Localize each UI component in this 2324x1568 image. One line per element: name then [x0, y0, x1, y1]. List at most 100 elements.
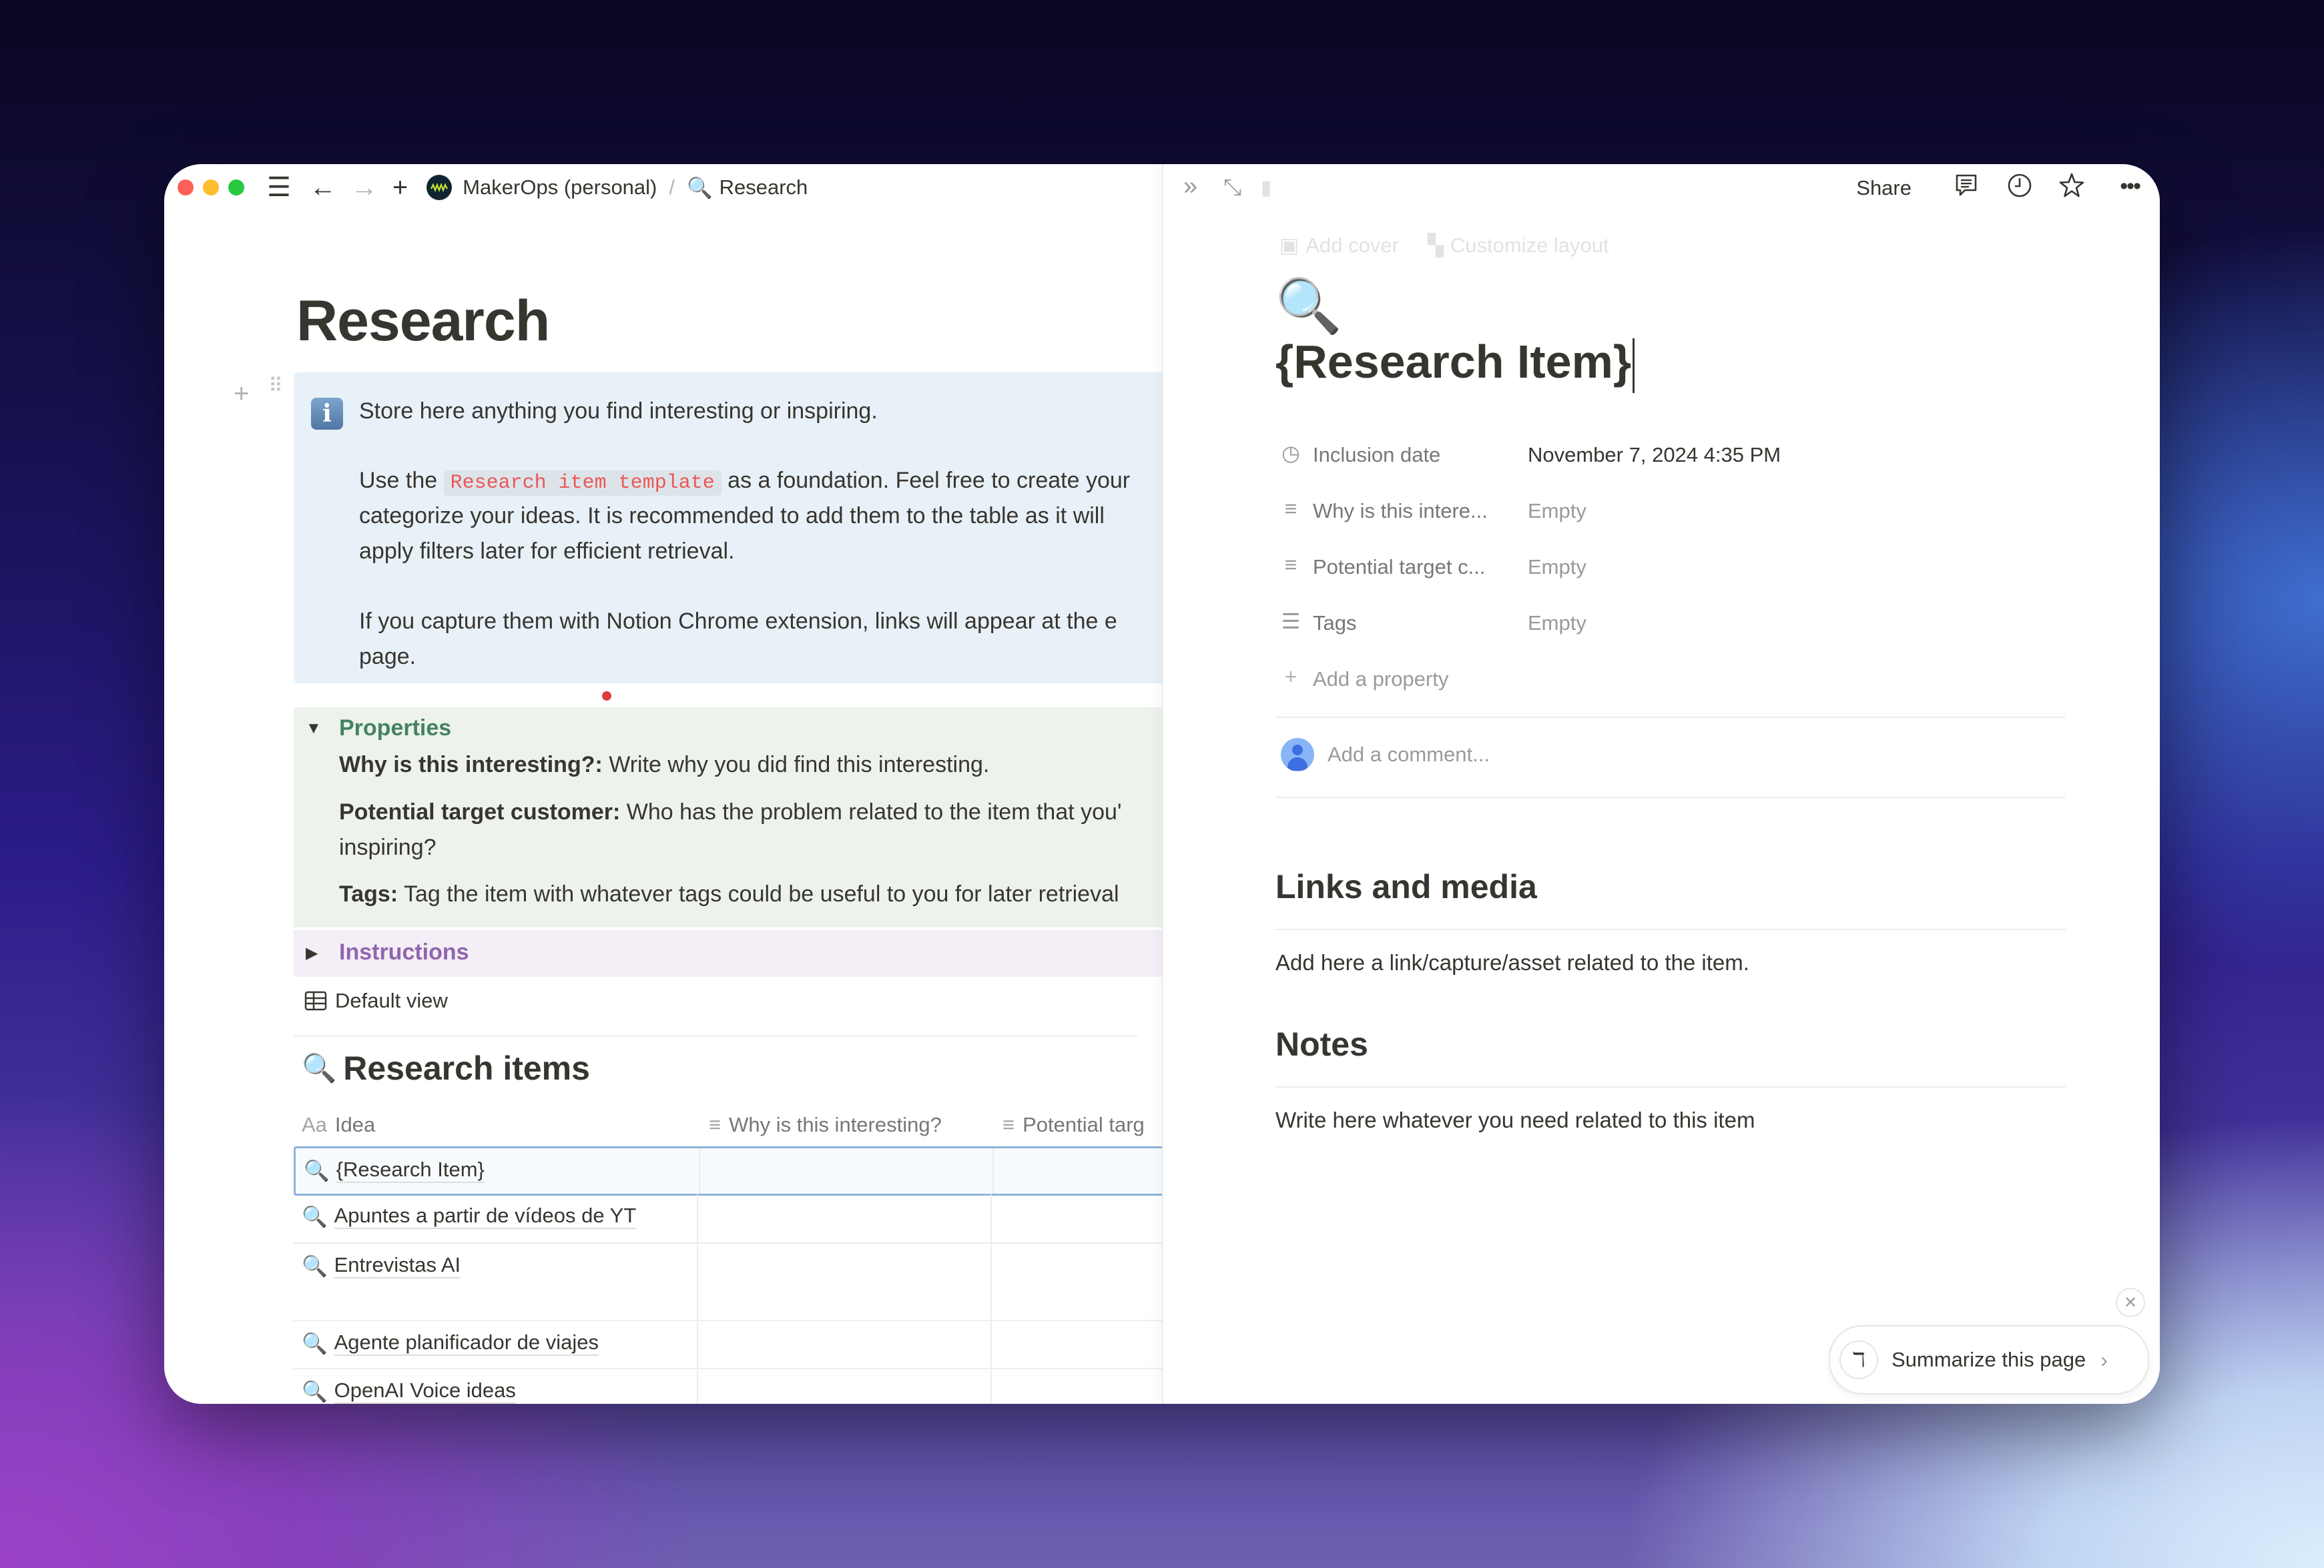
callout-line: Store here anything you find interesting…: [359, 398, 878, 424]
image-icon: ▣: [1279, 234, 1299, 257]
cell-divider: [992, 1148, 994, 1194]
top-bar: ☰ ← → + MakerOps (personal) / 🔍 Research: [164, 164, 808, 211]
property-row[interactable]: ≡ Why is this intere... Empty: [1279, 490, 1947, 530]
comments-icon[interactable]: [1953, 172, 1980, 206]
breadcrumb-page[interactable]: Research: [719, 175, 808, 200]
customize-layout-button[interactable]: ▚ Customize layout: [1428, 234, 1609, 258]
property-name[interactable]: Why is this intere...: [1313, 499, 1488, 523]
row-title[interactable]: 🔍 Entrevistas AI: [302, 1253, 461, 1278]
breadcrumb-workspace[interactable]: MakerOps (personal): [463, 175, 657, 200]
close-suggestion-icon[interactable]: ✕: [2116, 1288, 2145, 1317]
layout-icon: ▚: [1428, 234, 1444, 257]
row-title[interactable]: 🔍 Agente planificador de viajes: [302, 1330, 599, 1356]
row-title-text[interactable]: Agente planificador de viajes: [334, 1330, 599, 1356]
property-name[interactable]: Inclusion date: [1313, 443, 1440, 467]
back-arrow-icon[interactable]: ←: [310, 174, 336, 201]
cell-divider: [697, 1194, 698, 1242]
property-row[interactable]: ≡ Potential target c... Empty: [1279, 546, 1947, 586]
properties-toggle-title[interactable]: Properties: [339, 715, 451, 741]
table-row[interactable]: 🔍 Agente planificador de viajes: [294, 1321, 1162, 1369]
forward-arrow-icon[interactable]: →: [351, 174, 378, 201]
main-page-pane: ☰ ← → + MakerOps (personal) / 🔍 Research…: [164, 164, 1162, 1404]
favorite-star-icon[interactable]: [2058, 172, 2085, 206]
add-block-plus-icon[interactable]: +: [234, 379, 249, 409]
text-icon: ≡: [1002, 1113, 1015, 1136]
comment-placeholder[interactable]: Add a comment...: [1328, 743, 1490, 767]
close-peek-double-chevron-icon[interactable]: »: [1183, 172, 1197, 201]
table-row[interactable]: 🔍 OpenAI Voice ideas: [294, 1369, 1162, 1404]
page-title[interactable]: Research: [296, 288, 550, 354]
property-name[interactable]: Tags: [1313, 611, 1356, 635]
add-cover-button[interactable]: ▣ Add cover: [1279, 234, 1399, 258]
row-title[interactable]: 🔍 Apuntes a partir de vídeos de YT: [302, 1204, 637, 1229]
property-row[interactable]: ◷ Inclusion date November 7, 2024 4:35 P…: [1279, 434, 1947, 474]
comment-input[interactable]: Add a comment...: [1281, 738, 1490, 771]
expand-full-page-icon[interactable]: ⤡: [1223, 175, 1241, 201]
magnifier-icon: 🔍: [302, 1052, 337, 1084]
close-window-button[interactable]: [178, 179, 194, 195]
item-title-text[interactable]: {Research Item}: [1275, 336, 1631, 388]
page-icon[interactable]: 🔍: [1275, 275, 1342, 338]
property-row[interactable]: ☰ Tags Empty: [1279, 602, 1947, 642]
more-options-icon[interactable]: •••: [2120, 173, 2141, 200]
updates-clock-icon[interactable]: [2006, 172, 2033, 206]
column-header-target[interactable]: ≡ Potential targ: [1002, 1113, 1145, 1137]
properties-item-text: Write why you did find this interesting.: [602, 752, 990, 777]
column-header-why[interactable]: ≡ Why is this interesting?: [709, 1113, 942, 1137]
add-property-button[interactable]: + Add a property: [1279, 658, 1947, 698]
callout-line: apply filters later for efficient retrie…: [359, 538, 735, 564]
minimize-window-button[interactable]: [203, 179, 219, 195]
row-title[interactable]: 🔍 {Research Item}: [304, 1158, 485, 1183]
callout-text: as a foundation. Feel free to create you…: [728, 468, 1131, 493]
sidebar-menu-icon[interactable]: ☰: [267, 174, 291, 201]
property-value[interactable]: Empty: [1528, 555, 1586, 579]
row-title-text[interactable]: {Research Item}: [336, 1158, 485, 1183]
cursor-indicator-dot: [602, 691, 611, 701]
zoom-window-button[interactable]: [228, 179, 244, 195]
callout-text: Use the: [359, 468, 438, 493]
instructions-toggle[interactable]: ▶ Instructions: [294, 930, 1162, 977]
cell-divider: [697, 1244, 698, 1320]
database-title[interactable]: 🔍 Research items: [302, 1049, 590, 1088]
view-tab-default[interactable]: Default view: [304, 989, 448, 1013]
table-row[interactable]: 🔍 {Research Item}: [294, 1146, 1162, 1196]
row-title-text[interactable]: Apuntes a partir de vídeos de YT: [334, 1204, 637, 1229]
properties-item: Why is this interesting?: Write why you …: [339, 747, 989, 783]
property-name[interactable]: Potential target c...: [1313, 555, 1485, 579]
callout-line: If you capture them with Notion Chrome e…: [359, 609, 1117, 634]
toggle-open-arrow-icon[interactable]: ▼: [306, 719, 322, 738]
cell-divider: [990, 1369, 992, 1404]
section-body-links[interactable]: Add here a link/capture/asset related to…: [1275, 950, 1749, 975]
notion-ai-face-icon: ℸ: [1839, 1340, 1878, 1379]
workspace-logo-icon[interactable]: [426, 175, 453, 200]
drag-handle-icon[interactable]: ⠿: [268, 376, 283, 396]
section-heading-notes[interactable]: Notes: [1275, 1025, 1368, 1064]
section-body-notes[interactable]: Write here whatever you need related to …: [1275, 1108, 1755, 1133]
share-button[interactable]: Share: [1856, 176, 1912, 200]
row-title-text[interactable]: Entrevistas AI: [334, 1253, 461, 1278]
section-heading-links[interactable]: Links and media: [1275, 867, 1537, 906]
item-title[interactable]: {Research Item}: [1275, 335, 1635, 393]
summarize-page-button[interactable]: ℸ Summarize this page ›: [1829, 1325, 2149, 1395]
new-page-plus-icon[interactable]: +: [392, 174, 408, 201]
property-value[interactable]: Empty: [1528, 611, 1586, 635]
toggle-closed-arrow-icon[interactable]: ▶: [306, 943, 318, 963]
instructions-toggle-title[interactable]: Instructions: [339, 939, 469, 965]
cell-divider: [699, 1148, 700, 1194]
table-icon: [304, 991, 327, 1011]
row-title-text[interactable]: OpenAI Voice ideas: [334, 1379, 516, 1404]
breadcrumb-separator: /: [669, 175, 675, 199]
column-header-idea[interactable]: Aa Idea: [302, 1113, 375, 1137]
property-value[interactable]: Empty: [1528, 499, 1586, 523]
property-value[interactable]: November 7, 2024 4:35 PM: [1528, 443, 1781, 467]
row-title[interactable]: 🔍 OpenAI Voice ideas: [302, 1379, 516, 1404]
table-row[interactable]: 🔍 Apuntes a partir de vídeos de YT: [294, 1194, 1162, 1244]
magnifier-icon: 🔍: [687, 175, 713, 200]
database-title-text[interactable]: Research items: [343, 1049, 590, 1088]
magnifier-icon: 🔍: [302, 1204, 328, 1228]
plus-icon: +: [1284, 665, 1297, 689]
divider: [1275, 797, 2066, 798]
text-icon: ≡: [1284, 552, 1297, 576]
table-row[interactable]: 🔍 Entrevistas AI: [294, 1244, 1162, 1321]
peek-mode-icon[interactable]: ▮: [1261, 176, 1272, 200]
